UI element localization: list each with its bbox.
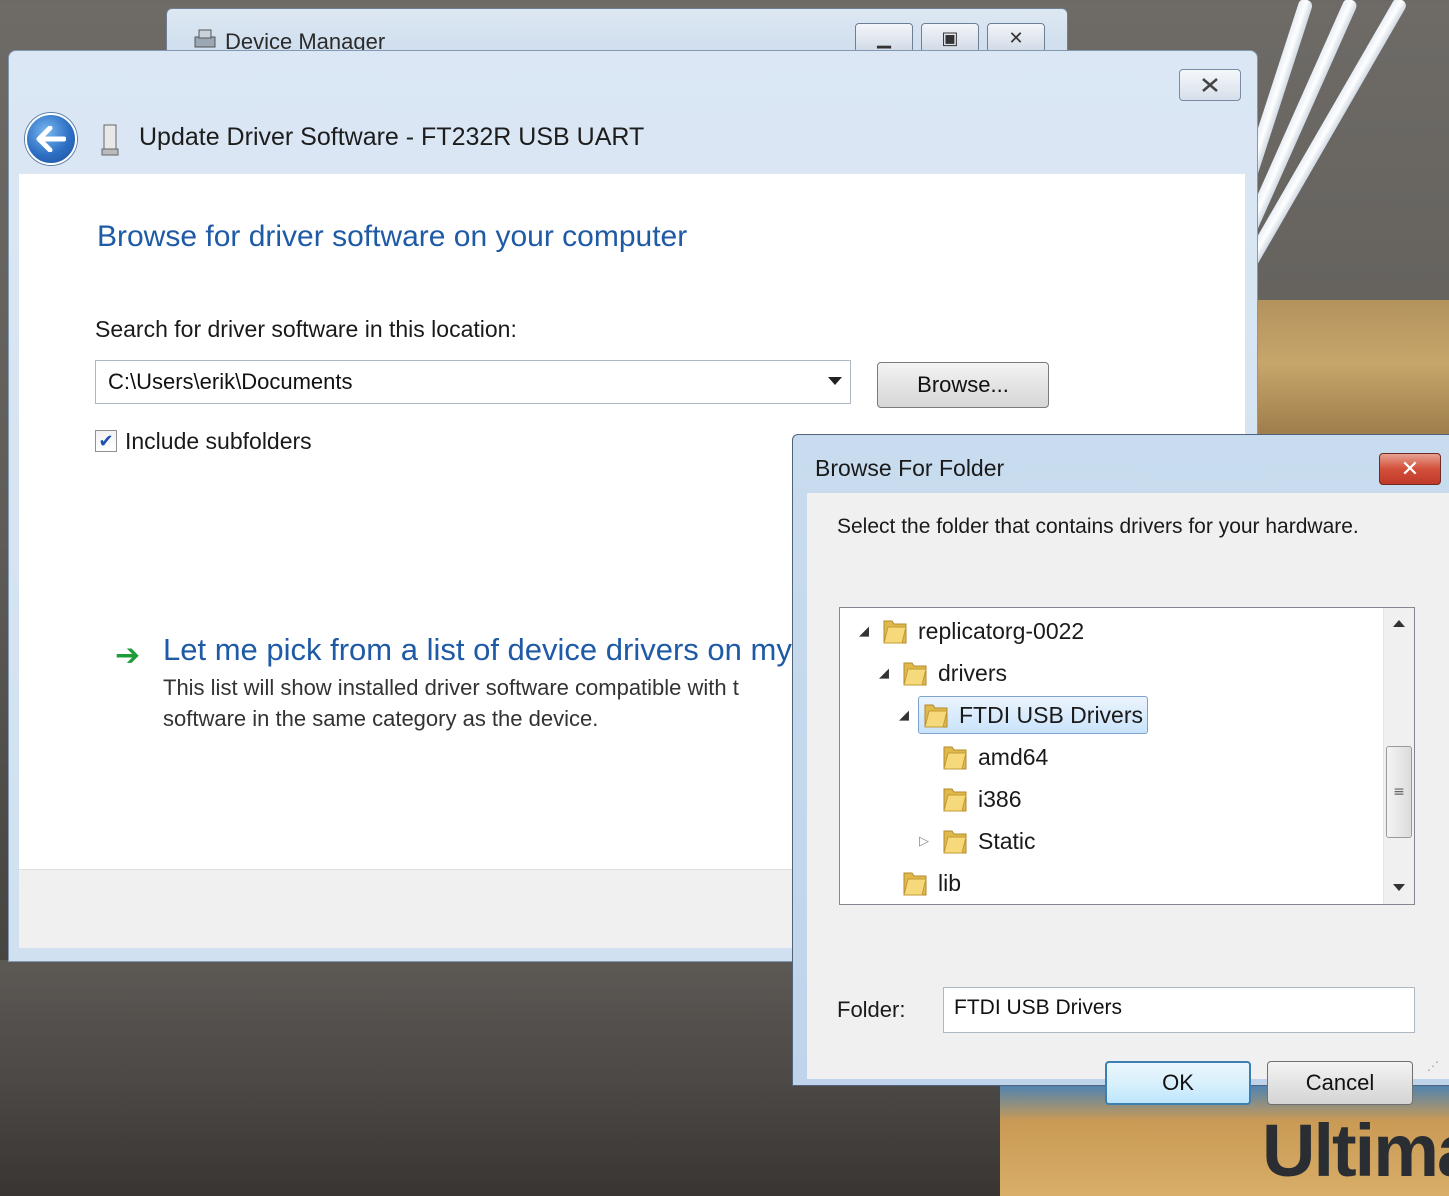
minimize-button[interactable]: ▁: [855, 23, 913, 53]
tree-item[interactable]: ◢ drivers: [876, 654, 1011, 692]
back-arrow-icon: [36, 126, 66, 152]
tree-item[interactable]: i386: [916, 780, 1025, 818]
close-icon: ✕: [1008, 27, 1024, 49]
ok-button[interactable]: OK: [1105, 1061, 1251, 1105]
tree-item-content[interactable]: amd64: [938, 739, 1052, 775]
expanded-arrow-icon[interactable]: ◢: [856, 623, 872, 639]
selected-tree-item[interactable]: FTDI USB Drivers: [918, 696, 1148, 734]
expanded-arrow-icon[interactable]: ◢: [896, 707, 912, 723]
include-subfolders-checkbox[interactable]: ✔: [95, 430, 117, 452]
scroll-thumb[interactable]: ≡: [1386, 746, 1412, 838]
browse-dialog-content: Select the folder that contains drivers …: [807, 493, 1449, 1105]
background-brand-text: Ultima: [1262, 1109, 1449, 1192]
tree-item[interactable]: ◢ replicatorg-0022: [856, 612, 1088, 650]
browse-dialog-close-button[interactable]: ✕: [1379, 453, 1441, 485]
tree-item-content[interactable]: lib: [898, 865, 965, 901]
scroll-up-arrow-icon[interactable]: [1393, 620, 1405, 627]
expanded-arrow-icon[interactable]: ◢: [876, 665, 892, 681]
tree-item[interactable]: ◢ FTDI USB Drivers: [896, 696, 1148, 734]
tree-item-content[interactable]: i386: [938, 781, 1025, 817]
tree-item[interactable]: lib: [876, 864, 965, 902]
pick-desc-line-2: software in the same category as the dev…: [163, 706, 599, 731]
device-manager-close-button[interactable]: ✕: [987, 23, 1045, 53]
collapsed-arrow-icon[interactable]: ▷: [916, 833, 932, 849]
tree-item-label: FTDI USB Drivers: [959, 701, 1143, 728]
browse-instruction: Select the folder that contains drivers …: [837, 515, 1359, 538]
tree-item-content[interactable]: drivers: [898, 655, 1011, 691]
folder-icon: [943, 788, 967, 812]
wizard-close-button[interactable]: [1179, 69, 1241, 101]
tree-item-label: i386: [978, 785, 1022, 812]
pick-from-list-description: This list will show installed driver sof…: [163, 672, 739, 734]
maximize-button[interactable]: ▣: [921, 23, 979, 53]
folder-icon: [943, 746, 967, 770]
tree-item-label: Static: [978, 827, 1036, 854]
tree-item[interactable]: ▷ Static: [916, 822, 1040, 860]
folder-icon: [924, 704, 948, 728]
search-location-label: Search for driver software in this locat…: [95, 316, 517, 342]
driver-path-combobox[interactable]: C:\Users\erik\Documents: [95, 360, 851, 404]
close-icon: ✕: [1400, 456, 1420, 482]
folder-icon: [943, 830, 967, 854]
device-manager-icon: [194, 29, 216, 48]
pick-desc-line-1: This list will show installed driver sof…: [163, 675, 739, 700]
browse-button[interactable]: Browse...: [877, 362, 1049, 408]
resize-grip-icon[interactable]: ⋰: [1427, 1059, 1440, 1073]
tree-item-label: lib: [938, 869, 962, 896]
tree-item-label: drivers: [938, 659, 1008, 686]
tree-scrollbar[interactable]: ≡: [1383, 608, 1414, 904]
usb-device-icon: [101, 124, 119, 156]
grip-icon: ≡: [1393, 784, 1405, 800]
folder-input[interactable]: FTDI USB Drivers: [943, 987, 1415, 1033]
close-icon: [1202, 78, 1218, 92]
browse-for-folder-dialog: Browse For Folder ✕ Select the folder th…: [792, 434, 1449, 1105]
wizard-title: Update Driver Software - FT232R USB UART: [139, 123, 645, 151]
cancel-button[interactable]: Cancel: [1267, 1061, 1413, 1105]
maximize-icon: ▣: [941, 27, 959, 49]
checkmark-icon: ✔: [98, 430, 114, 452]
dropdown-arrow-icon[interactable]: [828, 377, 842, 385]
minimize-icon: ▁: [877, 27, 891, 49]
pick-from-list-link[interactable]: Let me pick from a list of device driver…: [163, 632, 792, 668]
scroll-down-arrow-icon[interactable]: [1393, 884, 1405, 891]
folder-tree[interactable]: ◢ replicatorg-0022 ◢ drivers ◢ FTDI USB Drive…: [839, 607, 1415, 905]
browse-dialog-title: Browse For Folder: [815, 455, 1005, 481]
folder-label: Folder:: [837, 997, 906, 1022]
tree-item-content[interactable]: replicatorg-0022: [878, 613, 1088, 649]
folder-icon: [883, 620, 907, 644]
tree-item-label: replicatorg-0022: [918, 617, 1085, 644]
include-subfolders-label[interactable]: Include subfolders: [125, 428, 312, 455]
tree-item[interactable]: amd64: [916, 738, 1052, 776]
background-wood-panel: [1258, 300, 1449, 440]
folder-icon: [903, 662, 927, 686]
folder-icon: [903, 872, 927, 896]
back-button[interactable]: [25, 113, 77, 165]
green-arrow-icon: ➔: [115, 638, 141, 673]
driver-path-value: C:\Users\erik\Documents: [108, 369, 353, 394]
wizard-heading: Browse for driver software on your compu…: [97, 220, 688, 253]
tree-item-content[interactable]: Static: [938, 823, 1040, 859]
tree-item-label: amd64: [978, 743, 1049, 770]
